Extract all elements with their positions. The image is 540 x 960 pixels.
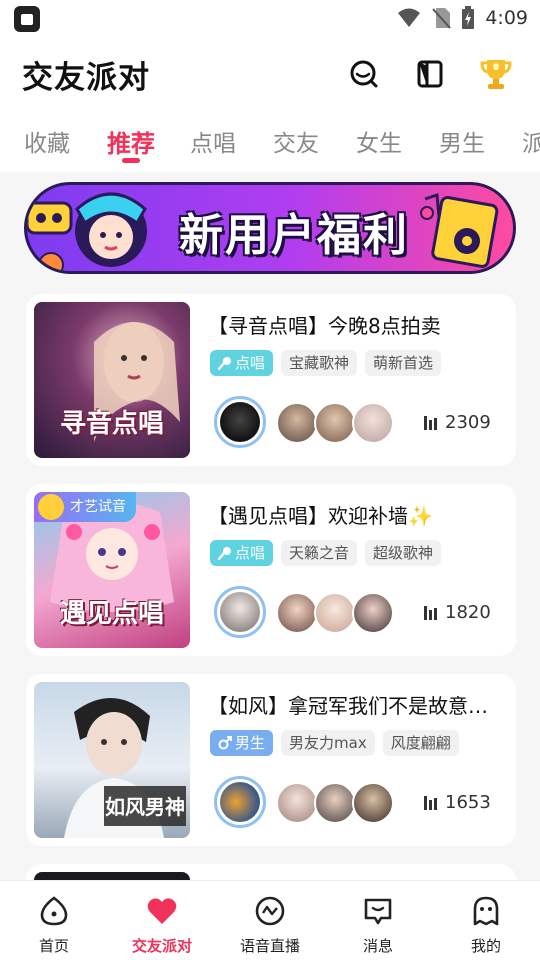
category-label: 点唱 bbox=[235, 354, 266, 372]
room-tag: 宝藏歌神 bbox=[281, 350, 358, 376]
host-avatar[interactable] bbox=[214, 586, 266, 638]
room-cover-image bbox=[34, 872, 190, 880]
tab-boys[interactable]: 男生 bbox=[439, 124, 485, 158]
room-heat: 1653 bbox=[424, 792, 491, 813]
heat-bars-icon bbox=[424, 795, 437, 810]
room-cover-image: 寻音点唱 bbox=[34, 302, 190, 458]
room-tags: 点唱 宝藏歌神 萌新首选 bbox=[210, 350, 442, 376]
tab-make-friends[interactable]: 交友 bbox=[273, 124, 319, 158]
host-avatar[interactable] bbox=[214, 776, 266, 828]
room-cover-image: 如风男神 bbox=[34, 682, 190, 838]
guest-avatar[interactable] bbox=[276, 782, 318, 824]
category-tag: 点唱 bbox=[210, 540, 274, 566]
nav-label: 我的 bbox=[470, 937, 501, 955]
category-tag: 男生 bbox=[210, 730, 274, 756]
message-icon bbox=[364, 898, 392, 925]
profile-ghost-icon bbox=[473, 896, 499, 926]
app-notification-icon bbox=[14, 6, 40, 32]
tab-party[interactable]: 派 bbox=[522, 124, 540, 158]
guest-avatar[interactable] bbox=[314, 402, 356, 444]
app-header: 交友派对 bbox=[0, 36, 540, 114]
cover-title: 寻音点唱 bbox=[59, 409, 164, 439]
page-title: 交友派对 bbox=[22, 60, 150, 96]
category-label: 男生 bbox=[235, 734, 266, 752]
clock: 4:09 bbox=[485, 7, 528, 29]
badge-label: 才艺试音 bbox=[70, 499, 126, 515]
microphone-icon bbox=[218, 547, 231, 560]
guest-avatar[interactable] bbox=[352, 402, 394, 444]
emoji-icon bbox=[38, 494, 64, 520]
room-heat: 1820 bbox=[424, 602, 491, 623]
talent-audition-badge: 才艺试音 bbox=[34, 492, 136, 522]
room-cover-image: 才艺试音 遇见点唱 bbox=[34, 492, 190, 648]
room-list-icon[interactable] bbox=[412, 56, 448, 92]
heat-bars-icon bbox=[424, 415, 437, 430]
wifi-icon bbox=[398, 8, 421, 27]
room-tag: 超级歌神 bbox=[365, 540, 442, 566]
active-tab-indicator bbox=[122, 158, 140, 163]
heat-count: 1653 bbox=[445, 792, 491, 813]
tab-song-request[interactable]: 点唱 bbox=[190, 124, 236, 158]
nav-label: 交友派对 bbox=[131, 937, 192, 955]
male-icon bbox=[218, 736, 232, 750]
nav-label: 首页 bbox=[38, 937, 69, 955]
tab-girls[interactable]: 女生 bbox=[356, 124, 402, 158]
banner-character-illustration bbox=[27, 192, 147, 271]
nav-messages[interactable]: 消息 bbox=[324, 881, 432, 960]
room-title: 【遇见点唱】欢迎补墙✨ bbox=[208, 504, 433, 528]
guest-avatar[interactable] bbox=[352, 782, 394, 824]
room-tag: 男友力max bbox=[281, 730, 375, 756]
heat-count: 1820 bbox=[445, 602, 491, 623]
guest-avatar[interactable] bbox=[314, 592, 356, 634]
nav-profile[interactable]: 我的 bbox=[432, 881, 540, 960]
room-card[interactable] bbox=[26, 864, 516, 880]
host-avatar[interactable] bbox=[214, 396, 266, 448]
bottom-navigation: 首页 交友派对 语音直播 消息 我的 bbox=[0, 880, 540, 960]
search-icon[interactable] bbox=[346, 56, 382, 92]
nav-label: 语音直播 bbox=[239, 937, 300, 955]
banner-text: 新用户福利 bbox=[179, 210, 409, 261]
status-icons: 4:09 bbox=[397, 4, 528, 32]
room-title: 【如风】拿冠军我们不是故意… bbox=[208, 694, 488, 718]
room-card[interactable]: 才艺试音 遇见点唱 【遇见点唱】欢迎补墙✨ 点唱 天籁之音 超级歌神 1820 bbox=[26, 484, 516, 656]
promo-banner[interactable]: 新用户福利 bbox=[24, 182, 516, 274]
room-tag: 风度翩翩 bbox=[382, 730, 459, 756]
room-card[interactable]: 如风男神 【如风】拿冠军我们不是故意… 男生 男友力max 风度翩翩 1653 bbox=[26, 674, 516, 846]
battery-charging-icon bbox=[462, 6, 475, 29]
heat-bars-icon bbox=[424, 605, 437, 620]
category-tag: 点唱 bbox=[210, 350, 274, 376]
guest-avatar[interactable] bbox=[352, 592, 394, 634]
guest-avatar[interactable] bbox=[276, 592, 318, 634]
room-tag: 天籁之音 bbox=[281, 540, 358, 566]
nav-voice-live[interactable]: 语音直播 bbox=[216, 881, 324, 960]
microphone-icon bbox=[218, 357, 231, 370]
tab-recommended[interactable]: 推荐 bbox=[107, 124, 155, 159]
nav-home[interactable]: 首页 bbox=[0, 881, 108, 960]
cover-title: 遇见点唱 bbox=[59, 599, 164, 629]
room-tags: 点唱 天籁之音 超级歌神 bbox=[210, 540, 442, 566]
guest-avatar[interactable] bbox=[314, 782, 356, 824]
room-title: 【寻音点唱】今晚8点拍卖 bbox=[208, 314, 441, 338]
no-sim-icon bbox=[432, 8, 452, 29]
heart-icon bbox=[147, 898, 177, 924]
status-bar: 4:09 bbox=[0, 0, 540, 36]
cover-title: 如风男神 bbox=[105, 795, 185, 819]
room-tag: 萌新首选 bbox=[365, 350, 442, 376]
nav-label: 消息 bbox=[362, 937, 393, 955]
heat-count: 2309 bbox=[445, 412, 491, 433]
room-tags: 男生 男友力max 风度翩翩 bbox=[210, 730, 459, 756]
room-heat: 2309 bbox=[424, 412, 491, 433]
room-card[interactable]: 寻音点唱 【寻音点唱】今晚8点拍卖 点唱 宝藏歌神 萌新首选 2309 bbox=[26, 294, 516, 466]
home-icon bbox=[40, 896, 68, 926]
category-label: 点唱 bbox=[235, 544, 266, 562]
category-tabs: 收藏 推荐 点唱 交友 女生 男生 派 bbox=[0, 114, 540, 172]
tab-collection[interactable]: 收藏 bbox=[24, 124, 70, 158]
nav-party[interactable]: 交友派对 bbox=[108, 881, 216, 960]
voice-live-icon bbox=[255, 896, 285, 926]
guest-avatar[interactable] bbox=[276, 402, 318, 444]
room-feed: 新用户福利 寻音点唱 【寻音点唱】今晚8点拍卖 点唱 宝藏歌神 萌新首选 230… bbox=[0, 172, 540, 880]
banner-speaker-illustration bbox=[420, 192, 499, 268]
trophy-icon[interactable] bbox=[478, 56, 514, 92]
